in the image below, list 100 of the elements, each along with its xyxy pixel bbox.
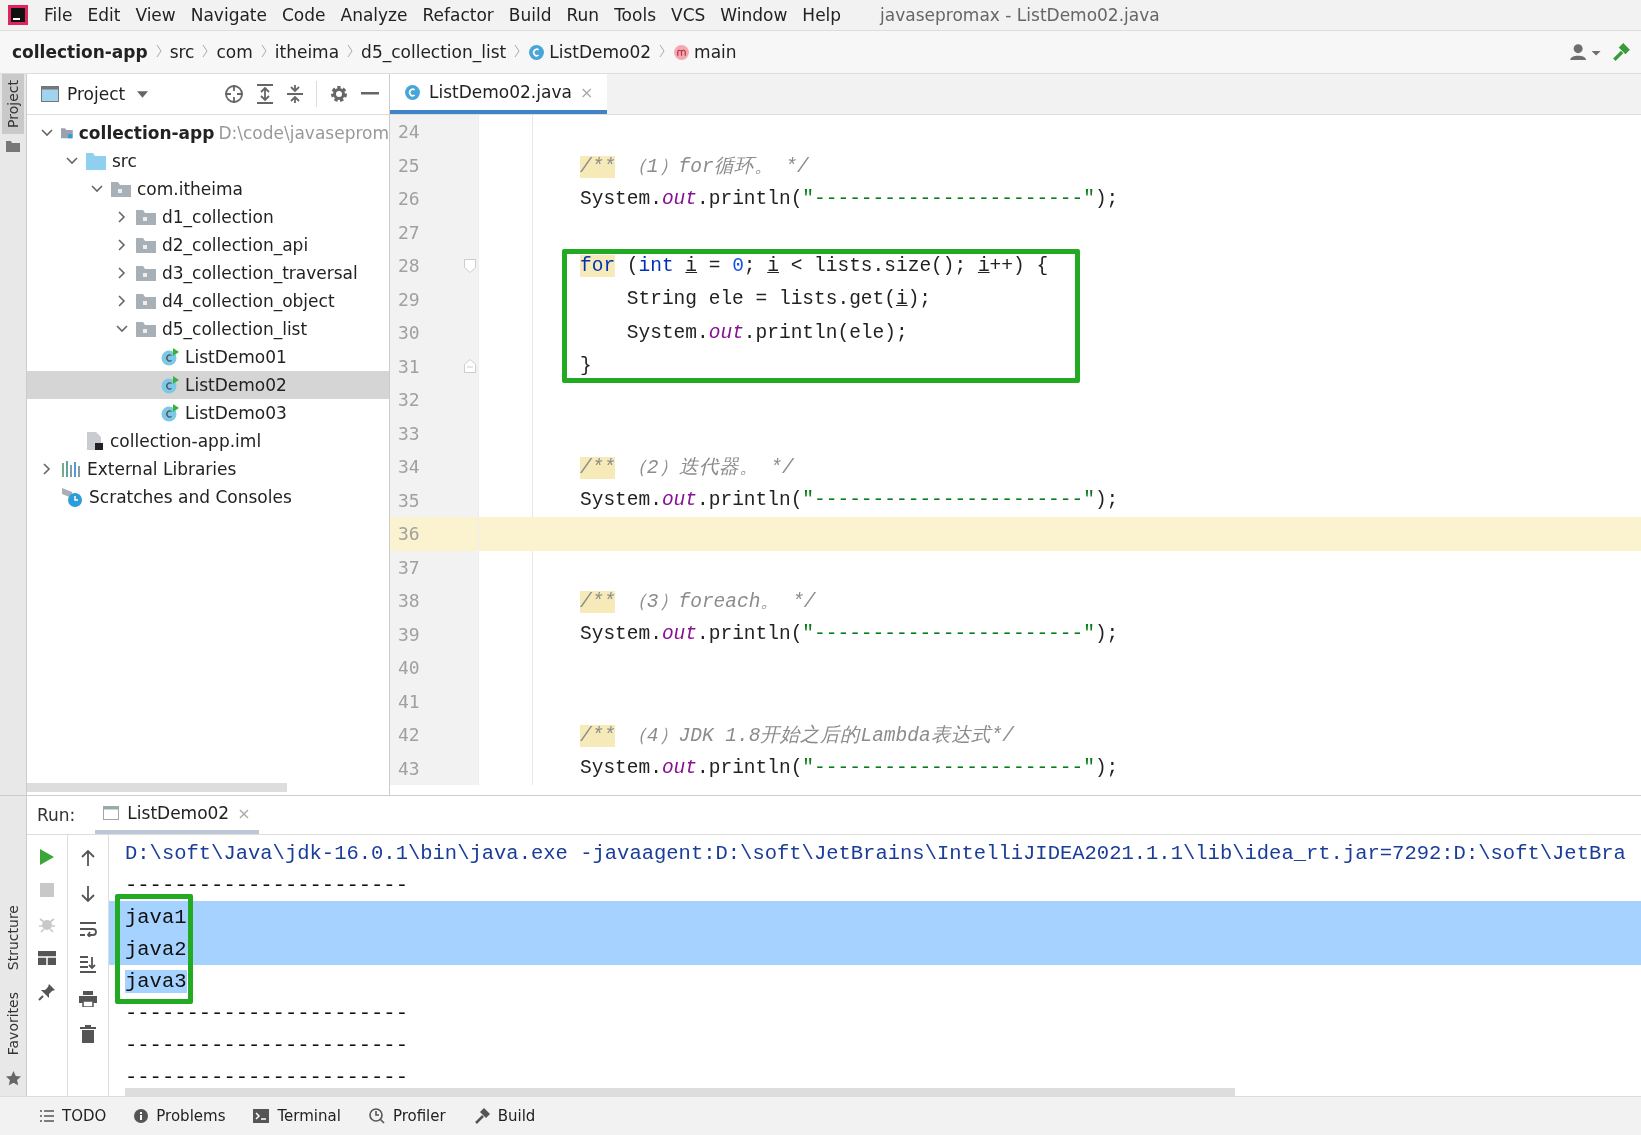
breadcrumb-item[interactable]: d5_collection_list [361,42,507,62]
chevron-down-icon[interactable] [91,185,103,193]
print-icon[interactable] [79,991,97,1007]
console-line: ----------------------- [125,1065,408,1089]
console-line: ----------------------- [125,1033,408,1057]
tree-item[interactable]: com.itheima [27,175,389,203]
side-tab[interactable]: Favorites [2,985,24,1061]
tree-item[interactable]: collection-app.iml [27,427,389,455]
tool-window-button[interactable]: TODO [40,1107,107,1125]
chevron-right-icon[interactable] [118,267,126,279]
chevron-down-icon[interactable] [66,157,78,165]
minimize-icon[interactable] [361,92,379,96]
star-icon [5,1071,21,1086]
class-icon [161,376,179,394]
tree-item[interactable]: d2_collection_api [27,231,389,259]
menu-item[interactable]: Code [282,5,326,25]
layout-icon[interactable] [38,951,56,965]
expand-all-icon[interactable] [256,84,274,104]
menu-item[interactable]: Refactor [422,5,494,25]
package-folder-icon [136,237,156,253]
tree-item[interactable]: collection-app D:\code\javaseprom [27,119,389,147]
line-number: 32 [398,389,420,411]
app-logo-icon [8,5,28,25]
settings-icon[interactable] [329,84,349,104]
line-number: 39 [398,623,420,645]
collapse-all-icon[interactable] [286,84,304,104]
menu-item[interactable]: Run [566,5,600,25]
menu-item[interactable]: Navigate [190,5,267,25]
soft-wrap-icon[interactable] [79,921,97,937]
line-number: 25 [398,154,420,176]
scrollbar-thumb[interactable] [125,1088,1235,1096]
scratch-icon [61,486,83,508]
menu-item[interactable]: Help [802,5,842,25]
trash-icon[interactable] [80,1025,96,1043]
tree-item[interactable]: ListDemo02 [27,371,389,399]
locate-icon[interactable] [224,84,244,104]
line-number: 36 [398,523,420,545]
chevron-right-icon[interactable] [43,463,51,475]
breadcrumb-item[interactable]: itheima [274,42,340,62]
code-line: System.out.println(ele); [625,321,908,344]
code-line: System.out.println("-----------------------"); [580,187,1119,210]
breadcrumb-item[interactable]: ListDemo02 [549,42,652,62]
side-tab[interactable]: Structure [2,898,24,976]
package-folder-icon [136,293,156,309]
tree-item[interactable]: ListDemo01 [27,343,389,371]
tool-window-button[interactable]: Terminal [253,1107,341,1125]
tree-item[interactable]: d1_collection [27,203,389,231]
tree-item[interactable]: Scratches and Consoles [27,483,389,511]
menu-item[interactable]: View [135,5,176,25]
arrow-up-icon[interactable] [81,849,95,867]
tree-item[interactable]: d5_collection_list [27,315,389,343]
fold-marker-icon[interactable] [464,359,476,374]
code-line: /** （2）迭代器。 */ [580,456,794,481]
editor-tab[interactable]: ListDemo02.java × [390,74,608,114]
class-icon [528,43,546,61]
code-line: System.out.println("-----------------------"); [580,489,1119,512]
breadcrumb-item[interactable]: main [694,42,737,62]
code-line: /** （1）for循环。 */ [580,154,809,179]
run-icon[interactable] [40,849,54,865]
scrollbar-thumb[interactable] [27,783,287,792]
chevron-right-icon[interactable] [118,211,126,223]
run-tab[interactable]: ListDemo02 × [95,796,259,834]
tool-window-button[interactable]: Problems [134,1107,226,1125]
tree-item[interactable]: d4_collection_object [27,287,389,315]
tree-item[interactable]: src [27,147,389,175]
menu-item[interactable]: File [44,5,73,25]
line-number: 29 [398,288,420,310]
hammer-icon[interactable] [1611,42,1631,62]
line-number: 30 [398,322,420,344]
run-label: Run: [37,805,76,825]
line-number: 28 [398,255,420,277]
chevron-right-icon[interactable] [118,295,126,307]
menu-item[interactable]: Edit [87,5,121,25]
menu-item[interactable]: Analyze [340,5,408,25]
menu-item[interactable]: Window [720,5,788,25]
chevron-right-icon[interactable] [118,239,126,251]
scroll-to-end-icon[interactable] [79,955,97,973]
line-number: 33 [398,422,420,444]
tree-item[interactable]: d3_collection_traversal [27,259,389,287]
tree-item[interactable]: ListDemo03 [27,399,389,427]
breadcrumb-item[interactable]: com [216,42,253,62]
tree-item[interactable]: External Libraries [27,455,389,483]
tool-window-button[interactable]: Profiler [368,1107,446,1125]
menu-item[interactable]: VCS [671,5,706,25]
chevron-down-icon[interactable] [41,129,53,137]
tool-window-button[interactable]: Build [473,1107,536,1125]
folder-icon [6,139,20,152]
panel-title[interactable]: Project [67,84,126,104]
menu-item[interactable]: Tools [614,5,656,25]
user-icon[interactable] [1569,43,1603,61]
breadcrumb-item[interactable]: src [169,42,195,62]
menu-item[interactable]: Build [508,5,552,25]
pin-icon[interactable] [38,983,56,1001]
dropdown-caret-icon[interactable] [137,90,149,98]
breadcrumb-item[interactable]: collection-app [12,42,148,62]
side-tab[interactable]: Project [2,74,24,134]
package-folder-icon [136,321,156,337]
fold-marker-icon[interactable] [464,258,476,273]
arrow-down-icon[interactable] [81,885,95,903]
chevron-down-icon[interactable] [116,325,128,333]
